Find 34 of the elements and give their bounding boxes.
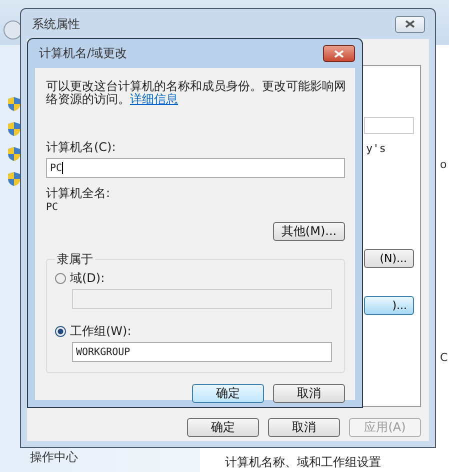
close-icon: [405, 20, 415, 28]
input-field[interactable]: WORKGROUP: [72, 342, 332, 362]
shield-icon: [8, 122, 20, 136]
input-field[interactable]: [72, 289, 332, 309]
dialog-button[interactable]: 取消: [268, 418, 340, 437]
group-label: 隶属于: [56, 251, 94, 268]
sidebar-link[interactable]: 操作中心: [30, 450, 78, 464]
full-name-text: PC: [46, 202, 60, 213]
dialog-button[interactable]: 取消: [273, 384, 345, 403]
dialog-button[interactable]: 确定: [187, 418, 259, 437]
shield-icon: [8, 147, 20, 161]
partial-text: o: [440, 158, 448, 171]
field-label: 计算机名(C):: [46, 139, 117, 156]
more-info-link[interactable]: 详细信息: [130, 92, 178, 106]
partial-text: y's: [366, 142, 386, 155]
dialog-button[interactable]: 确定: [192, 384, 264, 403]
window-title: 计算机名/域更改: [39, 45, 128, 62]
computer-name-field[interactable]: PC: [46, 158, 345, 178]
field-label: 计算机全名:: [46, 185, 112, 202]
partial-button[interactable]: (N)...: [364, 249, 414, 268]
partial-text: C: [440, 351, 448, 364]
close-icon: [334, 50, 344, 58]
close-button[interactable]: [323, 45, 355, 62]
radio-button[interactable]: 工作组(W):: [55, 323, 332, 340]
description-text: 可以更改这台计算机的名称和成员身份。更改可能影响网络资源的访问。详细信息: [46, 80, 346, 106]
more-button[interactable]: 其他(M)...: [273, 222, 345, 241]
shield-icon: [8, 97, 20, 111]
radio-button[interactable]: 域(D):: [55, 270, 332, 287]
settings-heading: 计算机名称、域和工作组设置: [225, 454, 381, 471]
window-title: 系统属性: [32, 16, 80, 32]
close-button[interactable]: [395, 16, 425, 32]
input-field[interactable]: [364, 117, 414, 134]
partial-button[interactable]: )...: [364, 296, 414, 315]
shield-icon: [8, 172, 20, 186]
